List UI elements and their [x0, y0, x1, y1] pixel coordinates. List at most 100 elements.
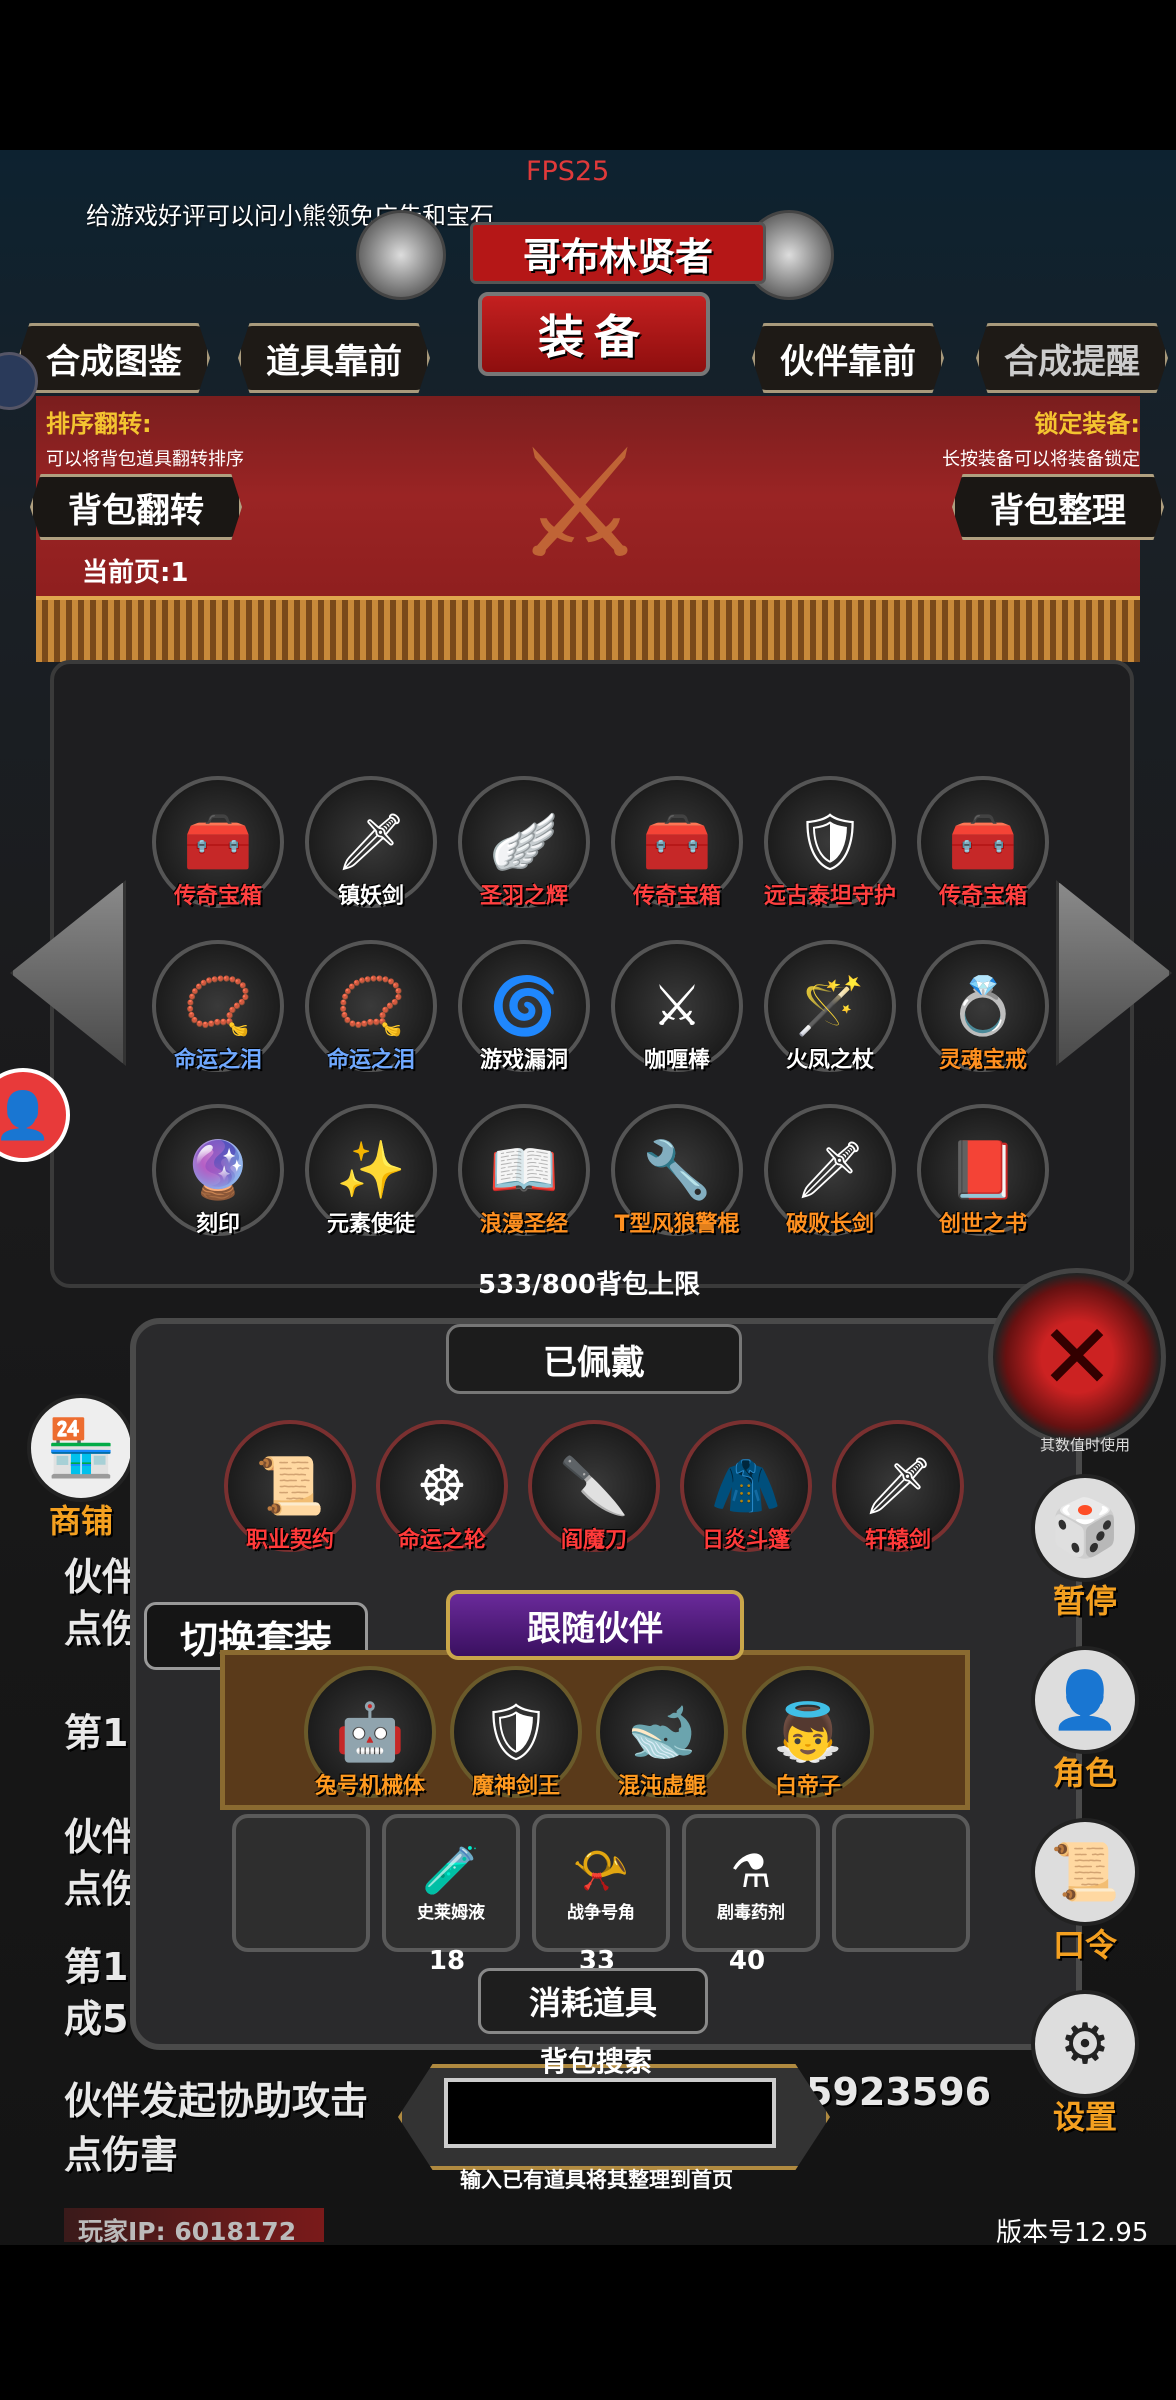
lock-equip-desc: 长按装备可以将装备锁定 — [942, 449, 1140, 470]
poison-icon: ⚗ — [730, 1843, 772, 1898]
inventory-item-name: 圣羽之辉 — [479, 884, 568, 909]
inventory-item-name: 传奇宝箱 — [938, 884, 1027, 909]
inventory-slot[interactable]: 💍 灵魂宝戒 — [917, 940, 1049, 1090]
skull-ornament-left — [356, 210, 446, 300]
synthesis-catalog-button[interactable]: 合成图鉴 — [18, 323, 210, 393]
consumable-slot[interactable]: 📯 战争号角 — [532, 1814, 670, 1952]
lock-equip-title: 锁定装备: — [1034, 410, 1140, 438]
log-line: 伙伴 — [64, 1555, 141, 1599]
bag-search-input[interactable] — [444, 2078, 776, 2148]
search-label: 背包搜索 — [540, 2045, 653, 2078]
pause-button[interactable]: 🎲 暂停 — [1030, 1474, 1140, 1622]
log-line: 第1 — [64, 1945, 129, 1989]
hood-icon: 👤 — [1031, 1646, 1139, 1754]
shop-icon: 🏪 — [27, 1394, 135, 1502]
inventory-item-name: 游戏漏洞 — [479, 1048, 568, 1073]
equipment-banner: 装备 — [478, 292, 710, 376]
inventory-item-name: 咖喱棒 — [643, 1048, 710, 1073]
close-button[interactable]: ✕ — [988, 1268, 1166, 1446]
equipped-item-name: 轩辕剑 — [864, 1528, 931, 1553]
sort-bag-button[interactable]: 背包整理 — [952, 474, 1164, 540]
inventory-slot[interactable]: 🛡 远古泰坦守护 — [764, 776, 896, 926]
inventory-slot[interactable]: 🗡 镇妖剑 — [305, 776, 437, 926]
inventory-slot[interactable]: ✨ 元素使徒 — [305, 1104, 437, 1254]
inventory-slot[interactable]: 🪽 圣羽之辉 — [458, 776, 590, 926]
horn-icon: 📯 — [572, 1843, 630, 1897]
settings-label: 设置 — [1052, 2098, 1117, 2136]
equipped-slot[interactable]: 🗡 轩辕剑 — [832, 1420, 964, 1570]
inventory-slot[interactable]: 🧰 传奇宝箱 — [152, 776, 284, 926]
partner-slot[interactable]: 🛡 魔神剑王 — [450, 1666, 582, 1816]
inventory-item-name: 浪漫圣经 — [479, 1212, 568, 1237]
equipped-slot[interactable]: 🧥 日炎斗篷 — [680, 1420, 812, 1570]
inventory-slot[interactable]: 📿 命运之泪 — [152, 940, 284, 1090]
fps-counter: FPS25 — [526, 156, 610, 187]
consumable-name: 史莱姆液 — [417, 1903, 485, 1923]
inventory-item-name: 灵魂宝戒 — [938, 1048, 1027, 1073]
partner-slot[interactable]: 🐋 混沌虚鲲 — [596, 1666, 728, 1816]
partner-name: 兔号机械体 — [314, 1774, 425, 1799]
inventory-item-name: 镇妖剑 — [337, 884, 404, 909]
equipped-item-name: 日炎斗篷 — [701, 1528, 790, 1553]
shop-button[interactable]: 🏪 商铺 — [26, 1394, 136, 1542]
equipped-slot[interactable]: ☸ 命运之轮 — [376, 1420, 508, 1570]
inventory-item-name: 破败长剑 — [785, 1212, 874, 1237]
inventory-item-name: 创世之书 — [938, 1212, 1027, 1237]
log-line: 成5 — [64, 1997, 129, 2041]
settings-button[interactable]: ⚙ 设置 — [1030, 1990, 1140, 2138]
consumable-name: 战争号角 — [567, 1903, 635, 1923]
code-button[interactable]: 📜 口令 — [1030, 1818, 1140, 1966]
equipped-item-name: 阎魔刀 — [560, 1528, 627, 1553]
consumable-slot[interactable]: ⚗ 剧毒药剂 — [682, 1814, 820, 1952]
character-title: 哥布林贤者 — [470, 222, 766, 284]
log-line: 点伤 — [64, 1607, 141, 1651]
partner-slot[interactable]: 🤖 兔号机械体 — [304, 1666, 436, 1816]
partner-slot[interactable]: 👼 白帝子 — [742, 1666, 874, 1816]
crossed-swords-emblem: ⚔ — [512, 418, 648, 592]
partner-name: 白帝子 — [774, 1774, 841, 1799]
lock-equip-info: 锁定装备: 长按装备可以将装备锁定 — [942, 404, 1140, 471]
inventory-slot[interactable]: 🧰 传奇宝箱 — [611, 776, 743, 926]
log-line: 伙伴发起协助攻击 — [64, 2079, 369, 2123]
consumable-slot[interactable]: 🧪 史莱姆液 — [382, 1814, 520, 1952]
consumable-slot[interactable] — [832, 1814, 970, 1952]
user-icon: 👤 — [0, 1087, 52, 1142]
inventory-slot[interactable]: 🧰 传奇宝箱 — [917, 776, 1049, 926]
close-icon: ✕ — [1039, 1304, 1115, 1410]
consumable-name: 剧毒药剂 — [717, 1902, 785, 1923]
code-label: 口令 — [1052, 1926, 1117, 1964]
equipped-item-name: 职业契约 — [245, 1528, 334, 1553]
items-first-button[interactable]: 道具靠前 — [238, 323, 430, 393]
inventory-item-name: 火凤之杖 — [785, 1048, 874, 1073]
sort-flip-info: 排序翻转: 可以将背包道具翻转排序 — [46, 404, 244, 471]
partners-first-button[interactable]: 伙伴靠前 — [752, 323, 944, 393]
current-page: 当前页:1 — [82, 558, 189, 588]
synthesis-reminder-button[interactable]: 合成提醒 — [976, 323, 1168, 393]
flip-bag-button[interactable]: 背包翻转 — [30, 474, 242, 540]
inventory-slot[interactable]: 📿 命运之泪 — [305, 940, 437, 1090]
note-icon: 📜 — [1031, 1818, 1139, 1926]
inventory-slot[interactable]: 🗡 破败长剑 — [764, 1104, 896, 1254]
inventory-item-name: 传奇宝箱 — [632, 884, 721, 909]
inventory-item-name: 命运之泪 — [173, 1048, 262, 1073]
worn-title: 已佩戴 — [446, 1324, 742, 1394]
consumables-title: 消耗道具 — [478, 1968, 708, 2034]
character-button[interactable]: 👤 角色 — [1030, 1646, 1140, 1794]
inventory-slot[interactable]: ⚔ 咖喱棒 — [611, 940, 743, 1090]
inventory-item-name: 传奇宝箱 — [173, 884, 262, 909]
potion-icon: 🧪 — [422, 1843, 480, 1897]
inventory-slot[interactable]: 📖 浪漫圣经 — [458, 1104, 590, 1254]
log-line: 伙伴 — [64, 1815, 141, 1859]
inventory-item-name: 命运之泪 — [326, 1048, 415, 1073]
inventory-slot[interactable]: 🌀 游戏漏洞 — [458, 940, 590, 1090]
inventory-slot[interactable]: 🪄 火凤之杖 — [764, 940, 896, 1090]
equipped-slot[interactable]: 📜 职业契约 — [224, 1420, 356, 1570]
sort-flip-desc: 可以将背包道具翻转排序 — [46, 449, 244, 470]
equipped-slot[interactable]: 🔪 阎魔刀 — [528, 1420, 660, 1570]
inventory-slot[interactable]: 🔧 T型风狼警棍 — [611, 1104, 743, 1254]
inventory-item-name: 刻印 — [195, 1212, 240, 1237]
inventory-slot[interactable]: 📕 创世之书 — [917, 1104, 1049, 1254]
consumable-slot[interactable] — [232, 1814, 370, 1952]
inventory-slot[interactable]: 🔮 刻印 — [152, 1104, 284, 1254]
dice-icon: 🎲 — [1031, 1474, 1139, 1582]
